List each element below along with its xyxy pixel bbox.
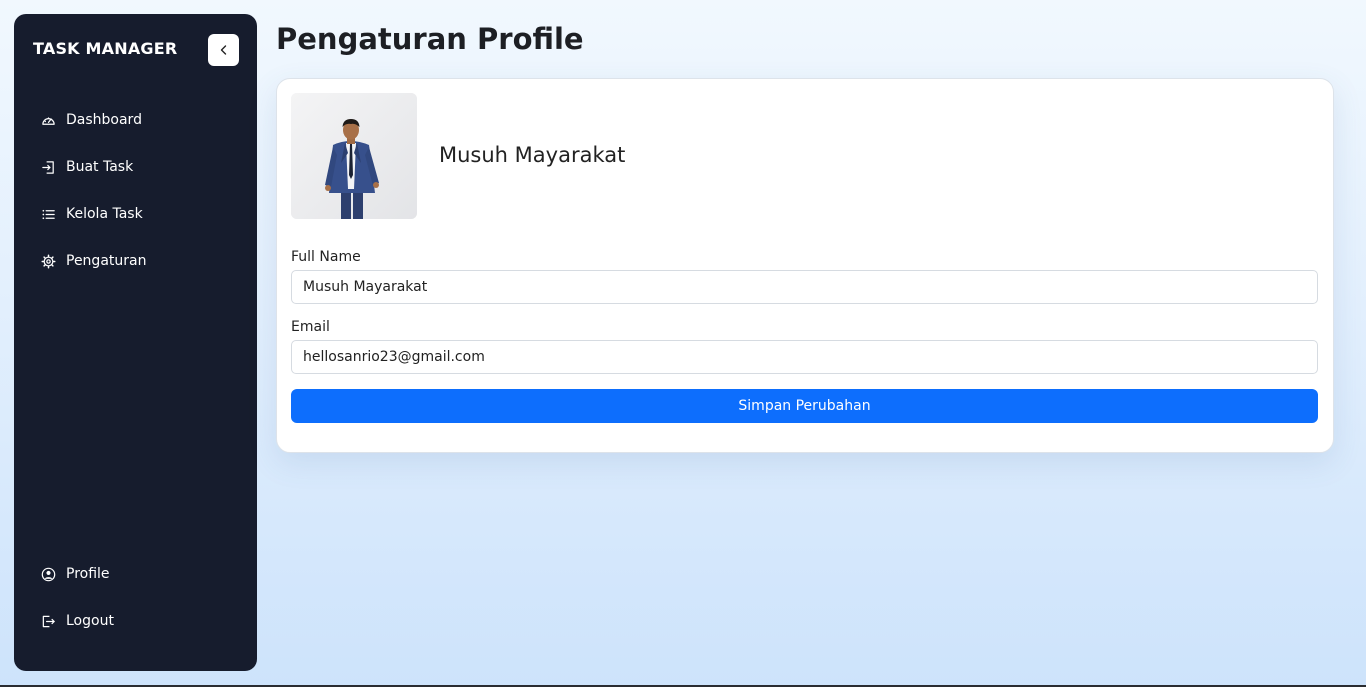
sidebar-item-buat-task[interactable]: Buat Task <box>40 155 133 179</box>
save-changes-button[interactable]: Simpan Perubahan <box>291 389 1318 423</box>
app-brand: TASK MANAGER <box>33 39 178 58</box>
sidebar-item-label: Buat Task <box>66 159 134 175</box>
full-name-field[interactable] <box>291 270 1318 304</box>
list-icon <box>40 206 56 222</box>
page-title: Pengaturan Profile <box>276 22 584 56</box>
sidebar-item-label: Logout <box>66 613 114 629</box>
collapse-sidebar-button[interactable] <box>208 34 239 66</box>
sidebar-item-label: Profile <box>66 566 110 582</box>
profile-photo <box>291 93 417 219</box>
sidebar-item-label: Dashboard <box>66 112 142 128</box>
email-label: Email <box>291 319 330 335</box>
person-photo-icon <box>291 93 417 219</box>
sidebar-item-label: Kelola Task <box>66 206 143 222</box>
person-circle-icon <box>40 566 56 582</box>
profile-card: Musuh Mayarakat Full Name Email Simpan P… <box>276 78 1334 453</box>
box-arrow-in-icon <box>40 159 56 175</box>
logout-icon <box>40 613 56 629</box>
sidebar-item-dashboard[interactable]: Dashboard <box>40 108 142 132</box>
sidebar-item-kelola-task[interactable]: Kelola Task <box>40 202 143 226</box>
sidebar-item-pengaturan[interactable]: Pengaturan <box>40 249 146 273</box>
sidebar-item-label: Pengaturan <box>66 253 147 269</box>
full-name-label: Full Name <box>291 249 361 265</box>
gear-icon <box>40 253 56 269</box>
speedometer-icon <box>40 112 56 128</box>
sidebar-item-profile[interactable]: Profile <box>40 562 110 586</box>
sidebar: TASK MANAGER Dashboard Buat Task Kelola … <box>14 14 257 671</box>
sidebar-item-logout[interactable]: Logout <box>40 609 114 633</box>
chevron-left-icon <box>220 45 226 55</box>
profile-display-name: Musuh Mayarakat <box>439 143 626 167</box>
email-field[interactable] <box>291 340 1318 374</box>
